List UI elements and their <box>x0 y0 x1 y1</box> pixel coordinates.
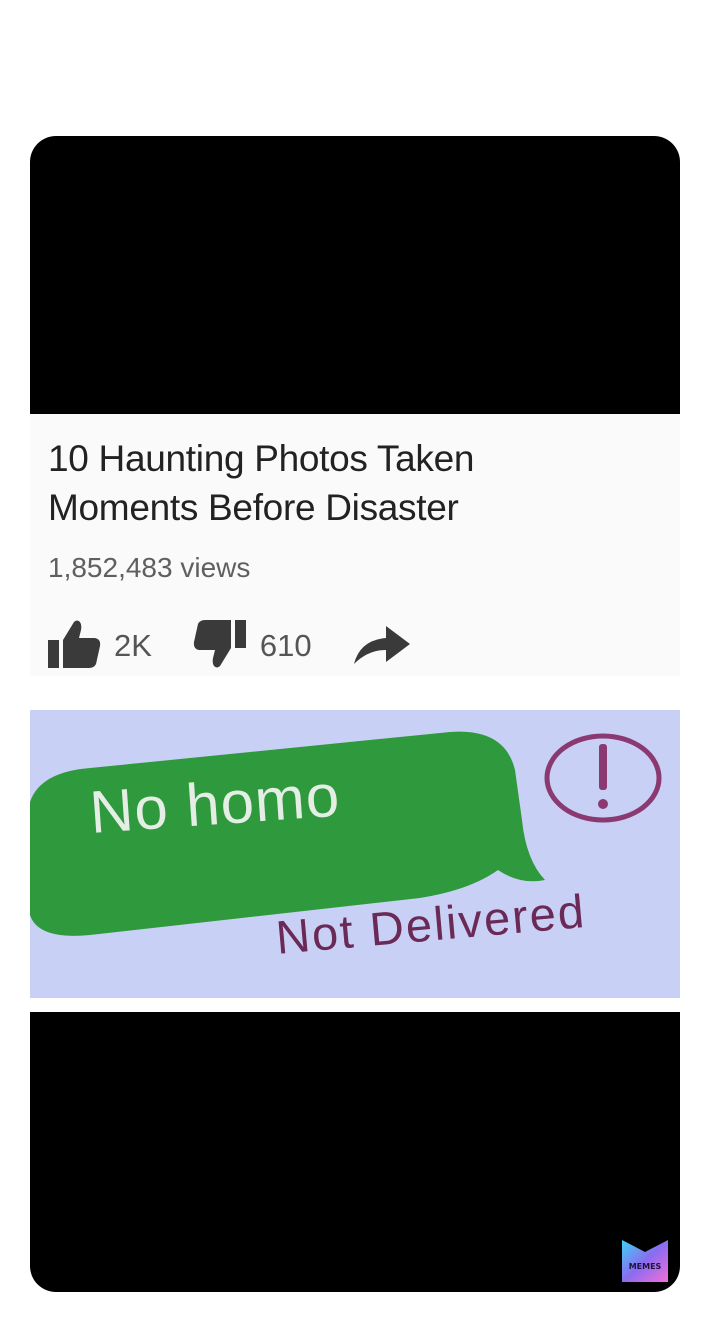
message-panel: No homo Not Delivered <box>30 710 680 998</box>
video-actions: 2K 610 <box>46 616 412 676</box>
share-arrow-icon[interactable] <box>352 622 412 671</box>
video-title-line-1: 10 Haunting Photos Taken <box>48 438 475 479</box>
memes-logo: MEMES <box>622 1240 668 1282</box>
memes-logo-icon <box>622 1240 668 1282</box>
dislike-count: 610 <box>259 628 312 663</box>
video-info-panel: 10 Haunting Photos Taken Moments Before … <box>30 414 680 676</box>
video-title-line-2: Moments Before Disaster <box>48 487 459 528</box>
like-count: 2K <box>114 628 152 663</box>
meme-card: 10 Haunting Photos Taken Moments Before … <box>30 136 680 1292</box>
view-count: 1,852,483 views <box>48 552 251 583</box>
thumbs-down-icon[interactable] <box>192 618 248 675</box>
separator <box>30 676 680 710</box>
exclamation-circle-icon[interactable] <box>540 730 666 831</box>
memes-logo-text: MEMES <box>628 1262 662 1271</box>
video-title: 10 Haunting Photos Taken Moments Before … <box>48 434 648 532</box>
thumbs-up-icon[interactable] <box>46 618 102 675</box>
separator-bottom <box>30 998 680 1012</box>
